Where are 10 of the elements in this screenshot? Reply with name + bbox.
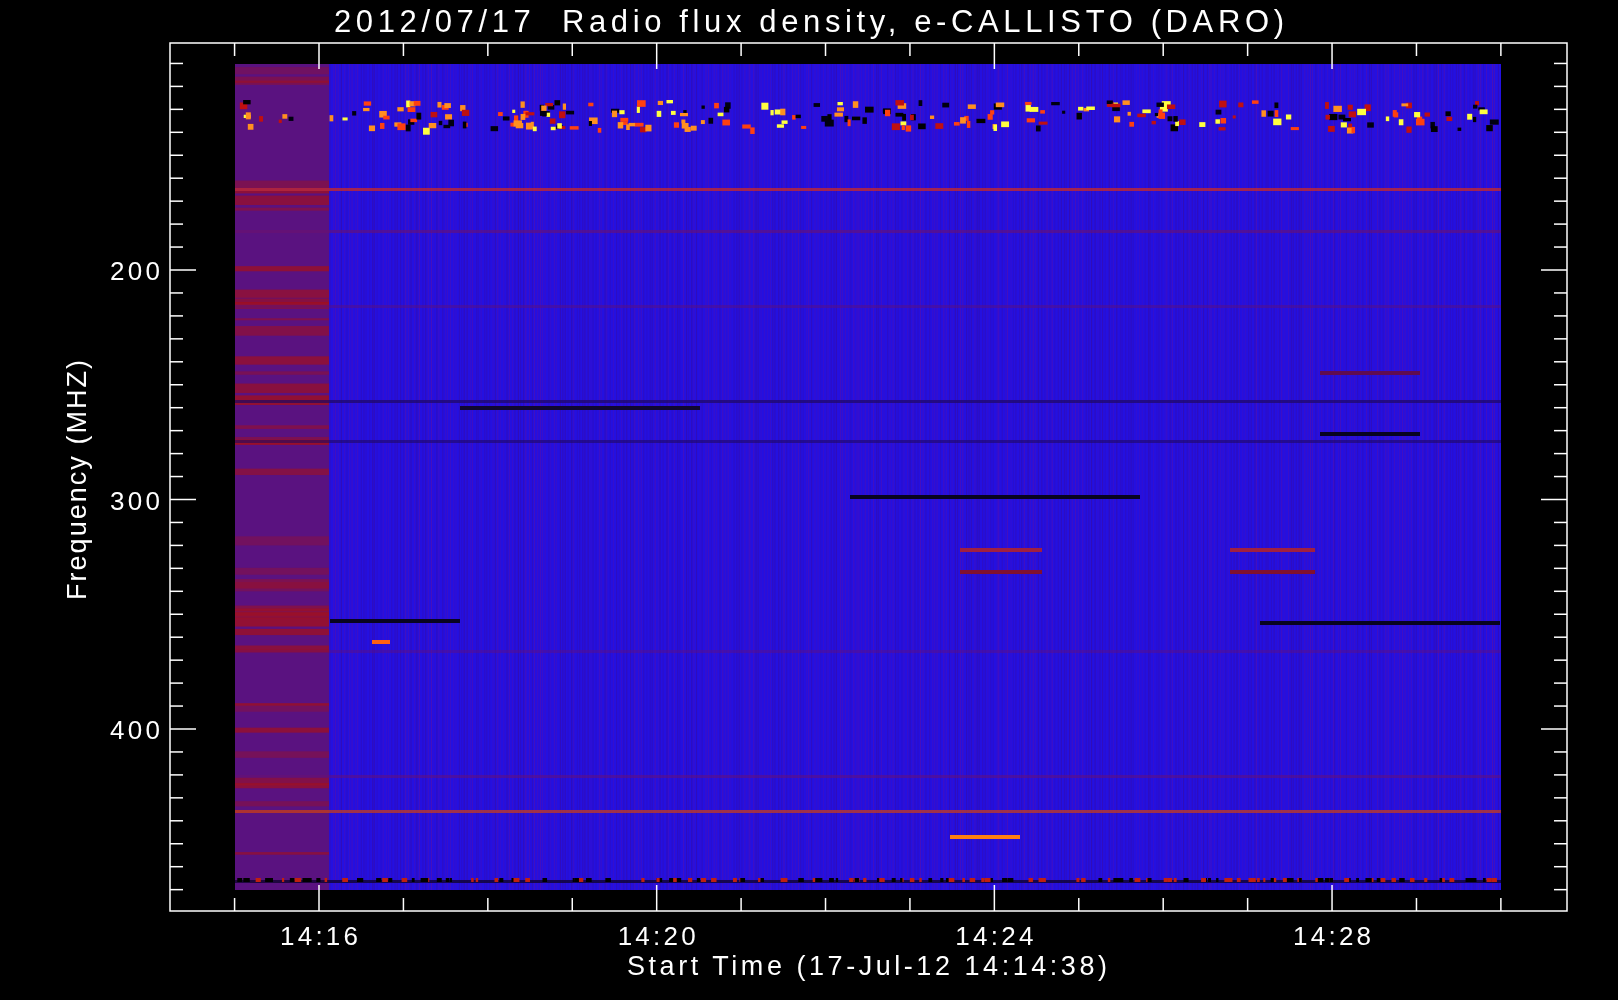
axis-tick-label: 14:28: [1293, 921, 1372, 951]
axis-tick-label: 300: [110, 485, 160, 516]
axis-tick-label: 400: [110, 715, 160, 745]
axis-tick-label: 14:20: [617, 921, 696, 951]
axis-tick-label: 14:24: [955, 921, 1034, 951]
axis-tick-label: 200: [110, 256, 160, 286]
chart-title: 2012/07/17 Radio flux density, e-CALLISTO (DARO): [334, 4, 1284, 39]
axis-title: Frequency (MHZ): [62, 360, 92, 600]
axis-title: Start Time (17-Jul-12 14:14:38): [627, 951, 1107, 981]
axis-tick-label: 14:16: [280, 921, 358, 951]
